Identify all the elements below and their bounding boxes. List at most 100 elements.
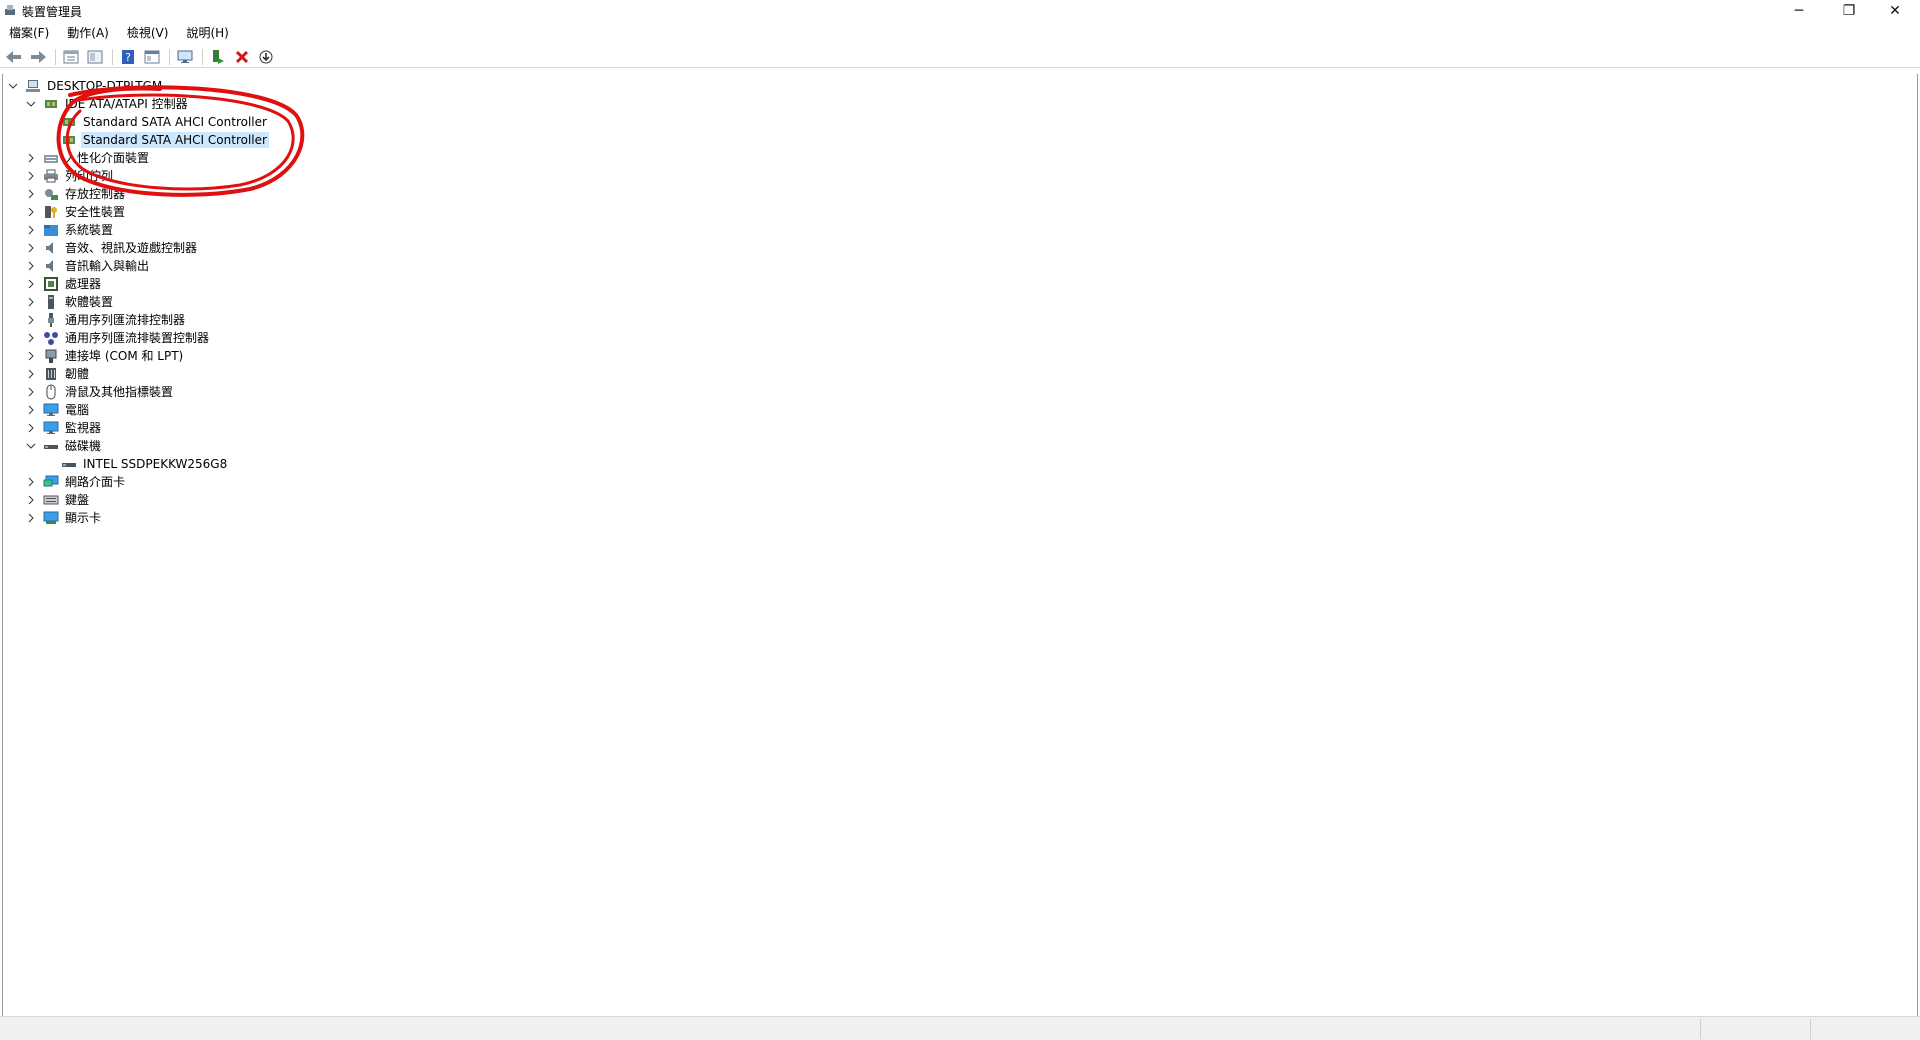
uninstall-icon[interactable]	[232, 47, 252, 67]
controller-icon	[43, 96, 59, 112]
title-bar: 裝置管理員 ─ ❐ ✕	[0, 0, 1920, 22]
tree-item-keyboards[interactable]: 鍵盤	[25, 491, 91, 509]
chevron-right-icon[interactable]	[25, 149, 37, 167]
category-label: 軟體裝置	[65, 295, 114, 309]
tree-item-print-queue[interactable]: 列印佇列	[25, 167, 115, 185]
chevron-right-icon[interactable]	[25, 239, 37, 257]
category-label: 音訊輸入與輸出	[65, 259, 150, 273]
menu-file[interactable]: 檔案(F)	[0, 23, 58, 43]
chevron-right-icon[interactable]	[25, 185, 37, 203]
chevron-right-icon[interactable]	[25, 293, 37, 311]
chevron-right-icon[interactable]	[25, 491, 37, 509]
speaker-icon	[43, 240, 59, 256]
back-icon[interactable]	[4, 47, 24, 67]
monitor-icon	[43, 420, 59, 436]
tree-item-intel-ssd[interactable]: INTEL SSDPEKKW256G8	[61, 455, 229, 473]
tree-item-ide-controller[interactable]: IDE ATA/ATAPI 控制器	[25, 95, 190, 113]
computer-icon	[25, 78, 41, 94]
tree-item-processors[interactable]: 處理器	[25, 275, 103, 293]
category-label: IDE ATA/ATAPI 控制器	[65, 97, 188, 111]
controller-icon	[61, 132, 77, 148]
disk-drive-icon	[61, 456, 77, 472]
update-driver-icon[interactable]	[256, 47, 276, 67]
category-label: 存放控制器	[65, 187, 126, 201]
monitor-scan-icon[interactable]	[175, 47, 195, 67]
monitor-icon	[43, 402, 59, 418]
chevron-down-icon[interactable]	[7, 77, 19, 95]
restore-button[interactable]: ❐	[1826, 0, 1872, 22]
category-label: 監視器	[65, 421, 102, 435]
chevron-right-icon[interactable]	[25, 203, 37, 221]
tree-item-sata-controller-selected[interactable]: Standard SATA AHCI Controller	[61, 131, 269, 149]
chevron-right-icon[interactable]	[25, 383, 37, 401]
chevron-down-icon[interactable]	[25, 95, 37, 113]
chevron-right-icon[interactable]	[25, 365, 37, 383]
tree-item-firmware[interactable]: 韌體	[25, 365, 91, 383]
tree-item-sound-video[interactable]: 音效、視訊及遊戲控制器	[25, 239, 199, 257]
help-icon[interactable]: ?	[118, 47, 138, 67]
toolbar-separator	[202, 48, 203, 65]
category-label: 音效、視訊及遊戲控制器	[65, 241, 198, 255]
menu-help[interactable]: 說明(H)	[177, 23, 237, 43]
chevron-right-icon[interactable]	[25, 401, 37, 419]
close-button[interactable]: ✕	[1872, 0, 1918, 22]
tree-item-hid[interactable]: 人性化介面裝置	[25, 149, 151, 167]
disk-drive-icon	[43, 438, 59, 454]
chevron-right-icon[interactable]	[25, 257, 37, 275]
chevron-right-icon[interactable]	[25, 509, 37, 527]
enable-device-icon[interactable]	[208, 47, 228, 67]
tree-item-display-adapters[interactable]: 顯示卡	[25, 509, 103, 527]
toolbar: ?	[0, 46, 1920, 68]
chevron-right-icon[interactable]	[25, 275, 37, 293]
device-manager-icon	[5, 5, 15, 15]
tree-item-system-devices[interactable]: 系統裝置	[25, 221, 115, 239]
tree-item-mice[interactable]: 滑鼠及其他指標裝置	[25, 383, 175, 401]
category-label: 安全性裝置	[65, 205, 126, 219]
tree-root[interactable]: DESKTOP-DTPLTGM	[7, 77, 164, 95]
tree-item-software-devices[interactable]: 軟體裝置	[25, 293, 115, 311]
tree-item-network-adapters[interactable]: 網路介面卡	[25, 473, 127, 491]
storage-controller-icon	[43, 186, 59, 202]
chevron-right-icon[interactable]	[25, 311, 37, 329]
chevron-right-icon[interactable]	[25, 221, 37, 239]
tree-item-storage-controller[interactable]: 存放控制器	[25, 185, 127, 203]
tree-item-security-device[interactable]: 安全性裝置	[25, 203, 127, 221]
device-label: Standard SATA AHCI Controller	[81, 132, 269, 148]
menu-action[interactable]: 動作(A)	[58, 23, 118, 43]
tree-item-monitors[interactable]: 監視器	[25, 419, 103, 437]
properties-view-icon[interactable]	[61, 47, 81, 67]
tree-item-usb-device-controllers[interactable]: 通用序列匯流排裝置控制器	[25, 329, 211, 347]
device-tree[interactable]: DESKTOP-DTPLTGM IDE ATA/ATAPI 控制器 Standa…	[2, 74, 1918, 1016]
category-label: 電腦	[65, 403, 90, 417]
svg-text:?: ?	[125, 51, 131, 64]
chevron-down-icon[interactable]	[25, 437, 37, 455]
category-label: 通用序列匯流排裝置控制器	[65, 331, 210, 345]
chevron-right-icon[interactable]	[25, 329, 37, 347]
show-hide-tree-icon[interactable]	[85, 47, 105, 67]
tree-item-disk-drives[interactable]: 磁碟機	[25, 437, 103, 455]
category-label: 連接埠 (COM 和 LPT)	[65, 349, 184, 363]
menu-bar: 檔案(F) 動作(A) 檢視(V) 說明(H)	[0, 23, 1920, 43]
controller-icon	[61, 114, 77, 130]
tree-item-usb-controllers[interactable]: 通用序列匯流排控制器	[25, 311, 187, 329]
properties-icon[interactable]	[142, 47, 162, 67]
tree-item-computer[interactable]: 電腦	[25, 401, 91, 419]
speaker-icon	[43, 258, 59, 274]
usb-plug-icon	[43, 312, 59, 328]
menu-view[interactable]: 檢視(V)	[118, 23, 178, 43]
status-bar	[0, 1016, 1920, 1040]
minimize-button[interactable]: ─	[1776, 0, 1822, 22]
chevron-right-icon[interactable]	[25, 167, 37, 185]
forward-icon[interactable]	[28, 47, 48, 67]
keyboard-icon	[43, 492, 59, 508]
tree-item-audio-io[interactable]: 音訊輸入與輸出	[25, 257, 151, 275]
toolbar-separator	[112, 48, 113, 65]
device-label: Standard SATA AHCI Controller	[83, 115, 267, 129]
chevron-right-icon[interactable]	[25, 473, 37, 491]
chevron-right-icon[interactable]	[25, 347, 37, 365]
chevron-right-icon[interactable]	[25, 419, 37, 437]
tree-item-ports[interactable]: 連接埠 (COM 和 LPT)	[25, 347, 185, 365]
tree-item-sata-controller[interactable]: Standard SATA AHCI Controller	[61, 113, 269, 131]
display-adapter-icon	[43, 510, 59, 526]
category-label: 系統裝置	[65, 223, 114, 237]
